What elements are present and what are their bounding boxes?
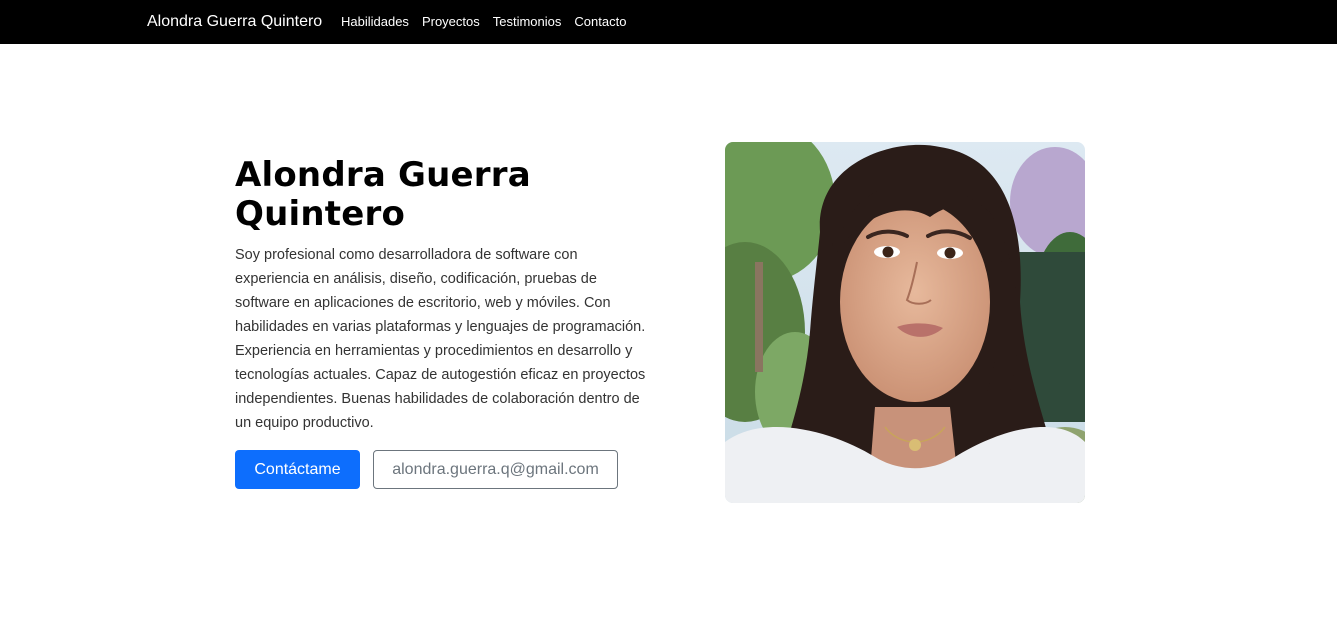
nav-link-contacto[interactable]: Contacto — [574, 14, 626, 30]
email-button[interactable]: alondra.guerra.q@gmail.com — [373, 450, 618, 489]
hero-description: Soy profesional como desarrolladora de s… — [235, 247, 646, 431]
nav-link-testimonios[interactable]: Testimonios — [493, 14, 562, 30]
navbar: Alondra Guerra Quintero Habilidades Proy… — [0, 0, 1337, 44]
navbar-brand[interactable]: Alondra Guerra Quintero — [147, 12, 322, 32]
contact-button[interactable]: Contáctame — [235, 450, 360, 489]
hero-section: Alondra Guerra Quintero Soy profesional … — [235, 156, 655, 435]
nav-link-proyectos[interactable]: Proyectos — [422, 14, 480, 30]
hero-actions: Contáctame alondra.guerra.q@gmail.com — [235, 450, 618, 489]
hero-title: Alondra Guerra Quintero — [235, 155, 531, 234]
profile-photo — [725, 142, 1085, 503]
nav-links: Habilidades Proyectos Testimonios Contac… — [341, 14, 639, 30]
nav-link-habilidades[interactable]: Habilidades — [341, 14, 409, 30]
